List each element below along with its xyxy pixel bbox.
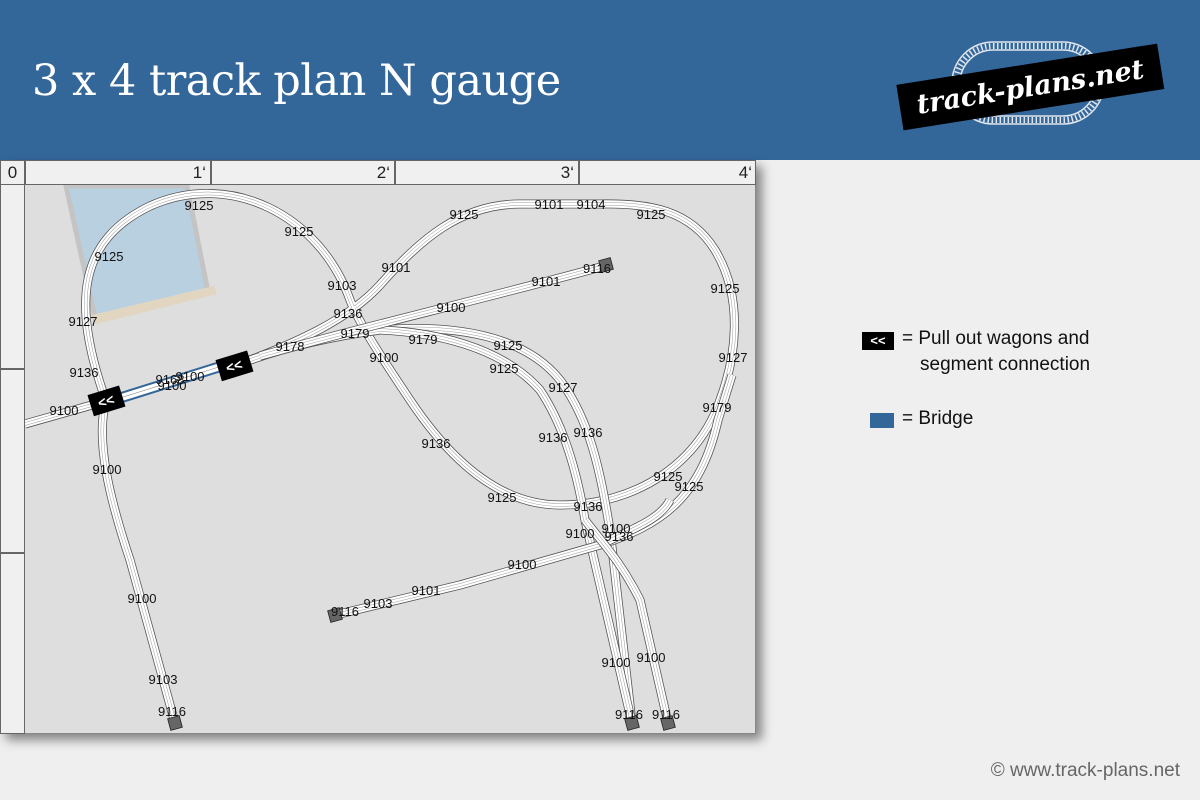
track-piece-label: 9101 (535, 197, 564, 212)
track-piece-label: 9179 (341, 326, 370, 341)
track-piece-label: 9125 (450, 207, 479, 222)
track-piece-label: 9116 (583, 261, 611, 276)
track-piece-label: 9100 (566, 526, 595, 541)
track-piece-label: 9100 (158, 378, 187, 393)
track-piece-label: 9100 (637, 650, 666, 665)
track-piece-label: 9125 (185, 198, 214, 213)
track-piece-label: 9116 (331, 604, 359, 619)
pull-out-marker[interactable]: << (87, 385, 126, 417)
track-piece-label: 9136 (574, 499, 603, 514)
track-segment (333, 373, 737, 620)
page-title: 3 x 4 track plan N gauge (32, 56, 561, 106)
track-piece-label: 9125 (488, 490, 517, 505)
track-piece-label: 9136 (422, 436, 451, 451)
track-piece-label: 9136 (334, 306, 363, 321)
track-piece-label: 9125 (675, 479, 704, 494)
legend-pull-out-line2: segment connection (920, 354, 1091, 375)
track-layout: << << 9125 9125 9125 9127 9103 9136 9101 9125 91… (25, 185, 748, 731)
track-piece-label: 9116 (652, 707, 680, 722)
track-piece-label: 9100 (370, 350, 399, 365)
track-piece-label: 9116 (615, 707, 643, 722)
track-piece-label: 9100 (602, 655, 631, 670)
track-piece-label: 9136 (605, 529, 634, 544)
track-center (334, 374, 734, 617)
track-piece-label: 9125 (285, 224, 314, 239)
track-piece-label: 9100 (508, 557, 537, 572)
track-rails (334, 374, 734, 617)
track-piece-label: 9103 (328, 278, 357, 293)
track-piece-label: 9101 (382, 260, 411, 275)
track-piece-label: 9104 (577, 197, 606, 212)
pull-out-marker[interactable]: << (215, 350, 254, 382)
header-banner: 3 x 4 track plan N gauge track-plans.net (0, 0, 1200, 160)
track-bed (334, 373, 736, 619)
track-piece-label: 9136 (539, 430, 568, 445)
track-piece-label: 9127 (719, 350, 748, 365)
track-piece-label: 9179 (703, 400, 732, 415)
legend-pull-out-line1: = Pull out wagons and (902, 328, 1090, 349)
track-piece-label: 9136 (70, 365, 99, 380)
track-piece-label: 9100 (437, 300, 466, 315)
track-piece-label: 9179 (409, 332, 438, 347)
track-piece-label: 9125 (95, 249, 124, 264)
track-piece-label: 9127 (69, 314, 98, 329)
track-piece-label: 9116 (158, 704, 186, 719)
site-logo[interactable]: track-plans.net (880, 30, 1180, 140)
track-piece-label: 9136 (574, 425, 603, 440)
track-piece-label: 9125 (490, 361, 519, 376)
track-piece-label: 9178 (276, 339, 305, 354)
bridge-icon (870, 413, 894, 428)
track-piece-label: 9101 (412, 583, 441, 598)
track-piece-label: 9127 (549, 380, 578, 395)
track-piece-label: 9100 (93, 462, 122, 477)
track-piece-label: 9103 (364, 596, 393, 611)
copyright-text: © www.track-plans.net (990, 760, 1180, 781)
track-piece-label: 9100 (128, 591, 157, 606)
track-piece-label: 9125 (711, 281, 740, 296)
track-piece-label: 9125 (637, 207, 666, 222)
track-piece-label: 9103 (149, 672, 178, 687)
track-piece-label: 9100 (50, 403, 79, 418)
pull-out-icon: << (862, 332, 894, 350)
legend-bridge-label: = Bridge (902, 408, 974, 429)
track-piece-label: 9125 (494, 338, 523, 353)
track-piece-label: 9101 (532, 274, 561, 289)
